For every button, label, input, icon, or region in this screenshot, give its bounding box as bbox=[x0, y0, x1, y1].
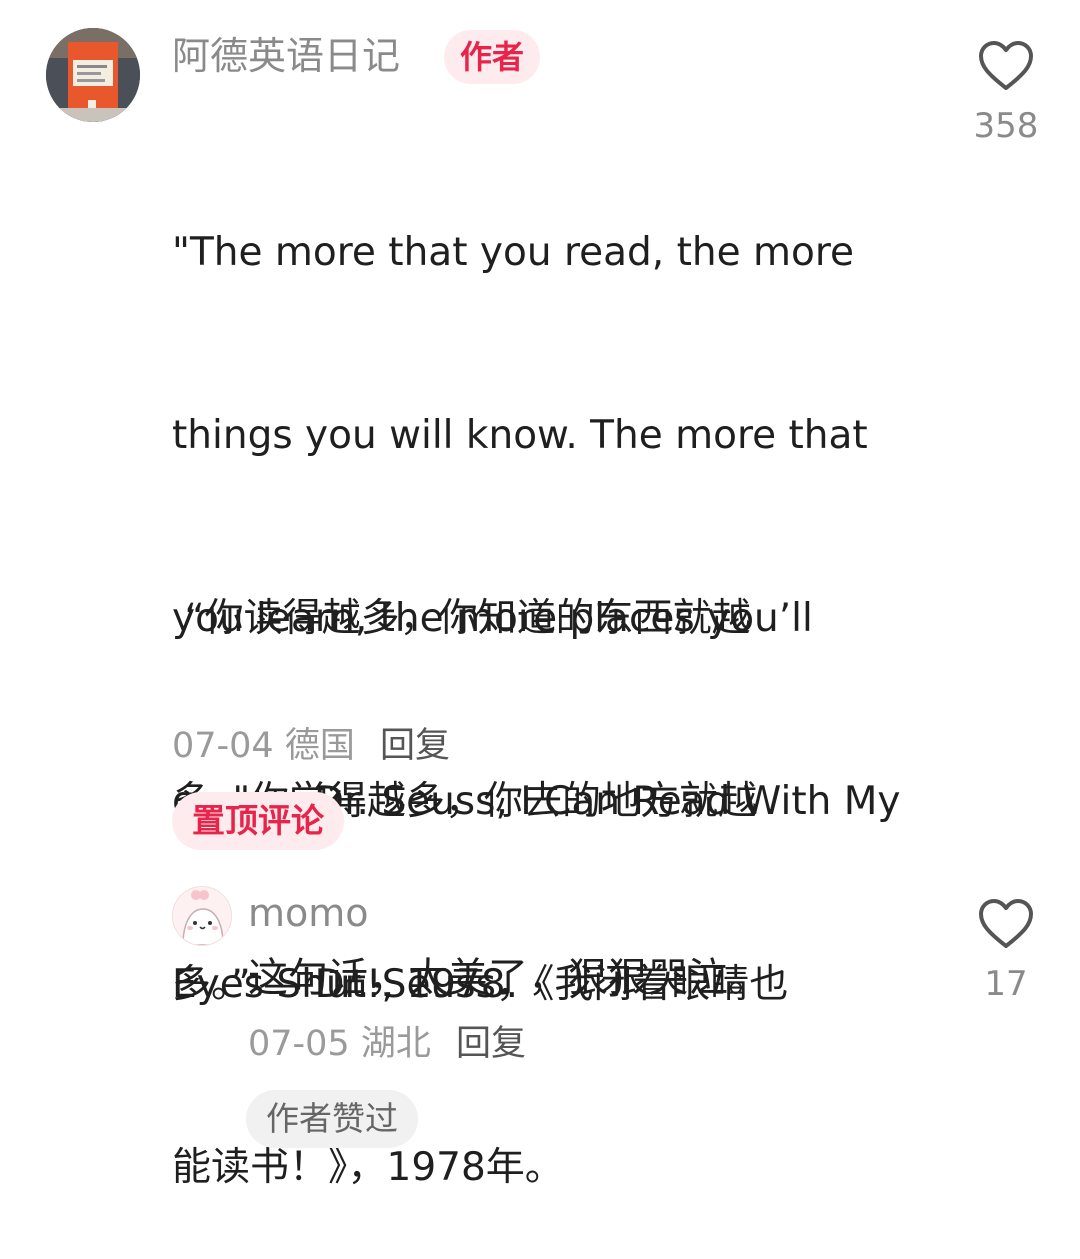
like-count: 358 bbox=[973, 106, 1039, 146]
reply-user-avatar[interactable] bbox=[172, 886, 232, 946]
comment-date: 07-04 bbox=[172, 726, 274, 766]
heart-outline-icon bbox=[979, 899, 1033, 948]
reply-username[interactable]: momo bbox=[248, 890, 369, 936]
comment-line: “你读得越多，你知道的东西就越 bbox=[172, 596, 751, 641]
comment-line: things you will know. The more that bbox=[172, 413, 868, 458]
reply-like-count: 17 bbox=[984, 964, 1028, 1004]
comment-location: 德国 bbox=[284, 726, 355, 766]
comment-line: "The more that you read, the more bbox=[172, 230, 854, 275]
reply-date: 07-05 bbox=[248, 1024, 350, 1064]
reply-location: 湖北 bbox=[360, 1024, 431, 1064]
like-button[interactable]: 358 bbox=[966, 40, 1046, 146]
pinned-comment-badge: 置顶评论 bbox=[172, 792, 344, 850]
author-liked-badge: 作者赞过 bbox=[246, 1090, 418, 1148]
reply-meta: 07-05 湖北 回复 bbox=[248, 1022, 526, 1066]
reply-like-button[interactable]: 17 bbox=[966, 898, 1046, 1004]
author-avatar[interactable] bbox=[46, 28, 140, 122]
reply-to-reply-button[interactable]: 回复 bbox=[456, 1024, 526, 1064]
cartoon-avatar-icon bbox=[173, 887, 231, 945]
book-avatar-icon bbox=[46, 28, 140, 122]
reply-button[interactable]: 回复 bbox=[380, 726, 450, 766]
comment-meta: 07-04 德国 回复 bbox=[172, 724, 450, 768]
author-badge: 作者 bbox=[444, 30, 541, 84]
author-username[interactable]: 阿德英语日记 bbox=[172, 32, 400, 80]
heart-outline-icon bbox=[979, 41, 1033, 90]
reply-comment-text: 这句话，太美了，狠狠哭泣。 bbox=[248, 955, 768, 1001]
